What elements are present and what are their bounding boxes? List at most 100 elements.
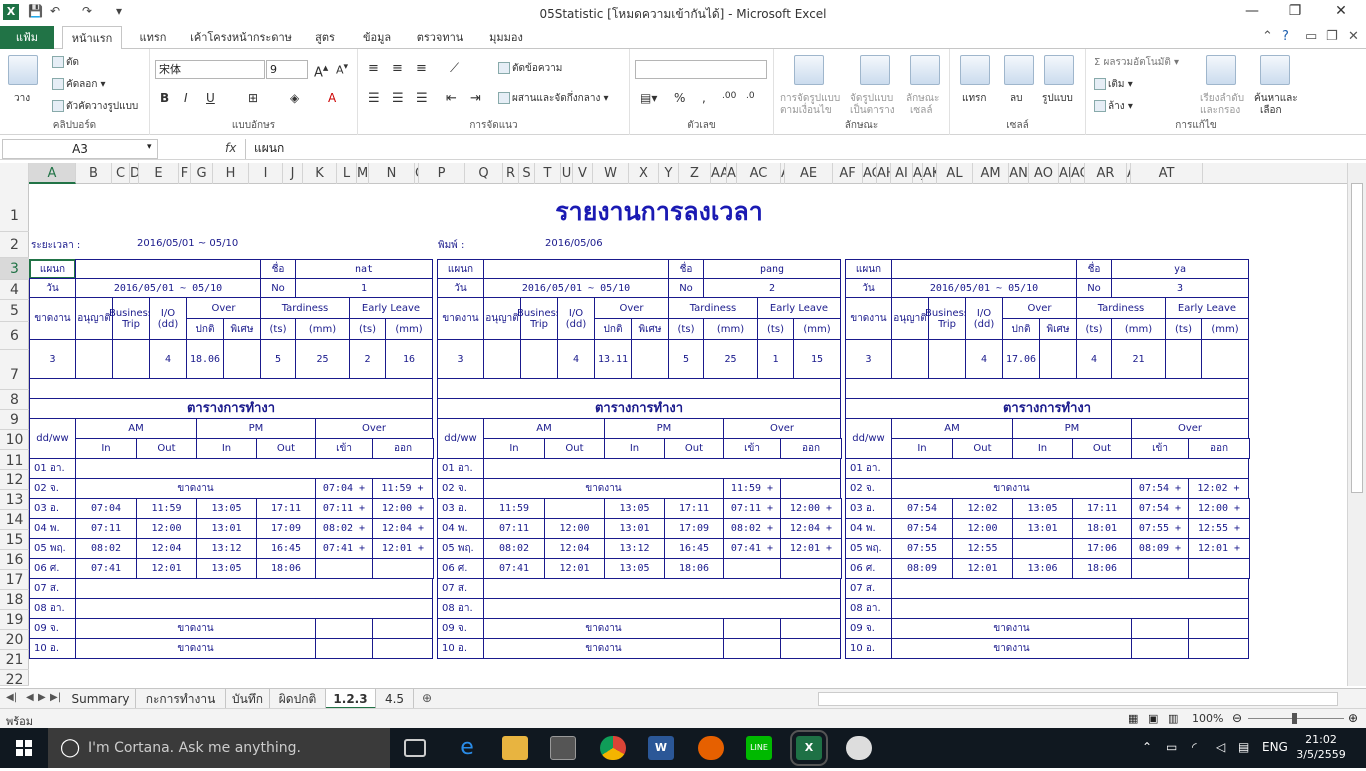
empty-day-row[interactable]: [891, 598, 1249, 619]
time-cell[interactable]: 17:11: [664, 498, 724, 519]
decrease-decimal-icon[interactable]: .0: [746, 91, 755, 101]
worksheet-grid[interactable]: รายงานการลงเวลา ระยะเวลา : 2016/05/01 ~ …: [29, 184, 1347, 686]
orientation-icon[interactable]: ⟋: [450, 61, 459, 76]
firefox-icon[interactable]: [698, 736, 724, 760]
time-cell[interactable]: 07:41 +: [723, 538, 781, 559]
date-range[interactable]: 2016/05/01 ~ 05/10: [891, 278, 1077, 298]
language-indicator[interactable]: ENG: [1262, 740, 1288, 754]
time-cell[interactable]: 07:41: [75, 558, 137, 579]
row-header-14[interactable]: 14: [0, 510, 29, 530]
sub-header-in[interactable]: In: [604, 438, 665, 459]
align-right-icon[interactable]: ☰: [416, 91, 428, 106]
column-header-p[interactable]: P: [419, 163, 465, 184]
day-label[interactable]: 09 จ.: [437, 618, 484, 639]
time-cell[interactable]: 13:06: [1012, 558, 1073, 579]
over-header[interactable]: Over: [594, 297, 669, 319]
sub-header-out[interactable]: Out: [1072, 438, 1132, 459]
cell-styles-icon[interactable]: [910, 55, 940, 85]
sub-header-in[interactable]: In: [483, 438, 545, 459]
time-cell[interactable]: 13:01: [1012, 518, 1073, 539]
absent-marker[interactable]: ขาดงาน: [75, 638, 316, 659]
align-top-icon[interactable]: ≡: [368, 61, 379, 76]
volume-icon[interactable]: ◁: [1216, 740, 1225, 754]
am-header[interactable]: AM: [75, 418, 197, 439]
time-cell[interactable]: 12:01 +: [372, 538, 434, 559]
sub-header-enter[interactable]: เข้า: [1131, 438, 1189, 459]
time-cell[interactable]: 07:54 +: [1131, 478, 1189, 499]
dept-label[interactable]: แผนก: [845, 259, 892, 279]
store-icon[interactable]: [550, 736, 576, 760]
empty-day-row[interactable]: [75, 598, 433, 619]
absent-marker[interactable]: ขาดงาน: [75, 478, 316, 499]
minimize-icon[interactable]: —: [1237, 3, 1267, 19]
blank-row[interactable]: [29, 378, 433, 399]
summary-value[interactable]: 25: [703, 339, 758, 379]
column-header-ac[interactable]: AC: [737, 163, 781, 184]
insert-cells-button[interactable]: แทรก: [962, 91, 986, 106]
absent-marker[interactable]: ขาดงาน: [75, 618, 316, 639]
time-cell[interactable]: 07:11 +: [315, 498, 373, 519]
column-header-ah[interactable]: AH: [877, 163, 891, 184]
time-cell[interactable]: 12:00: [952, 518, 1013, 539]
summary-value[interactable]: [928, 339, 966, 379]
summary-value[interactable]: [483, 339, 521, 379]
empty-day-row[interactable]: [75, 458, 433, 479]
row-header-13[interactable]: 13: [0, 490, 29, 510]
font-size-combo[interactable]: 9: [266, 60, 308, 79]
early-leave-header[interactable]: Early Leave: [1165, 297, 1249, 319]
row-header-17[interactable]: 17: [0, 570, 29, 590]
time-cell[interactable]: 18:01: [1072, 518, 1132, 539]
blank-row[interactable]: [437, 378, 841, 399]
border-icon[interactable]: ⊞: [248, 91, 258, 105]
day-label[interactable]: 01 อา.: [29, 458, 76, 479]
schedule-title[interactable]: ตารางการทำงา: [845, 398, 1249, 419]
name-label[interactable]: ชื่อ: [668, 259, 704, 279]
next-sheet-icon[interactable]: ▶: [38, 692, 46, 703]
time-cell[interactable]: [1188, 638, 1249, 659]
time-cell[interactable]: 13:05: [604, 558, 665, 579]
column-header-aj[interactable]: AJ: [913, 163, 923, 184]
time-cell[interactable]: 07:11: [483, 518, 545, 539]
date-range[interactable]: 2016/05/01 ~ 05/10: [483, 278, 669, 298]
summary-value[interactable]: 3: [437, 339, 484, 379]
row-header-7[interactable]: 7: [0, 350, 29, 390]
column-header-g[interactable]: G: [191, 163, 213, 184]
tardiness-mm-header[interactable]: (mm): [1111, 318, 1166, 340]
time-cell[interactable]: [780, 638, 841, 659]
bold-icon[interactable]: B: [160, 91, 169, 105]
edge-browser-icon[interactable]: e: [454, 736, 480, 760]
align-bottom-icon[interactable]: ≡: [416, 61, 427, 76]
last-sheet-icon[interactable]: ▶|: [50, 692, 61, 703]
summary-value[interactable]: [520, 339, 558, 379]
sub-header-exit[interactable]: ออก: [372, 438, 434, 459]
column-header-at[interactable]: AT: [1131, 163, 1203, 184]
column-header-ar[interactable]: AR: [1085, 163, 1127, 184]
sheet-tab-log[interactable]: บันทึก: [226, 689, 270, 709]
absent-marker[interactable]: ขาดงาน: [483, 638, 724, 659]
time-cell[interactable]: [315, 638, 373, 659]
italic-icon[interactable]: I: [184, 91, 188, 105]
ddww-header[interactable]: dd/ww: [29, 418, 76, 459]
time-cell[interactable]: [1012, 538, 1073, 559]
day-label[interactable]: 05 พฤ.: [845, 538, 892, 559]
cut-button[interactable]: ตัด: [52, 55, 79, 70]
absent-marker[interactable]: ขาดงาน: [483, 478, 724, 499]
early-leave-header[interactable]: Early Leave: [757, 297, 841, 319]
column-header-ai[interactable]: AI: [891, 163, 913, 184]
time-cell[interactable]: 08:02 +: [723, 518, 781, 539]
column-header-ao[interactable]: AO: [1029, 163, 1059, 184]
summary-value[interactable]: 25: [295, 339, 350, 379]
close-icon[interactable]: ✕: [1326, 3, 1356, 19]
column-header-c[interactable]: C: [112, 163, 130, 184]
absent-marker[interactable]: ขาดงาน: [891, 478, 1132, 499]
paste-icon[interactable]: [8, 55, 38, 85]
day-label[interactable]: 10 อ.: [29, 638, 76, 659]
day-label[interactable]: 02 จ.: [437, 478, 484, 499]
format-cells-button[interactable]: รูปแบบ: [1042, 91, 1073, 106]
day-label[interactable]: 02 จ.: [845, 478, 892, 499]
time-cell[interactable]: 08:09 +: [1131, 538, 1189, 559]
blank-row[interactable]: [845, 378, 1249, 399]
font-color-icon[interactable]: A: [328, 91, 336, 105]
business-trip-header[interactable]: Business Trip: [517, 297, 561, 340]
day-label[interactable]: 01 อา.: [437, 458, 484, 479]
